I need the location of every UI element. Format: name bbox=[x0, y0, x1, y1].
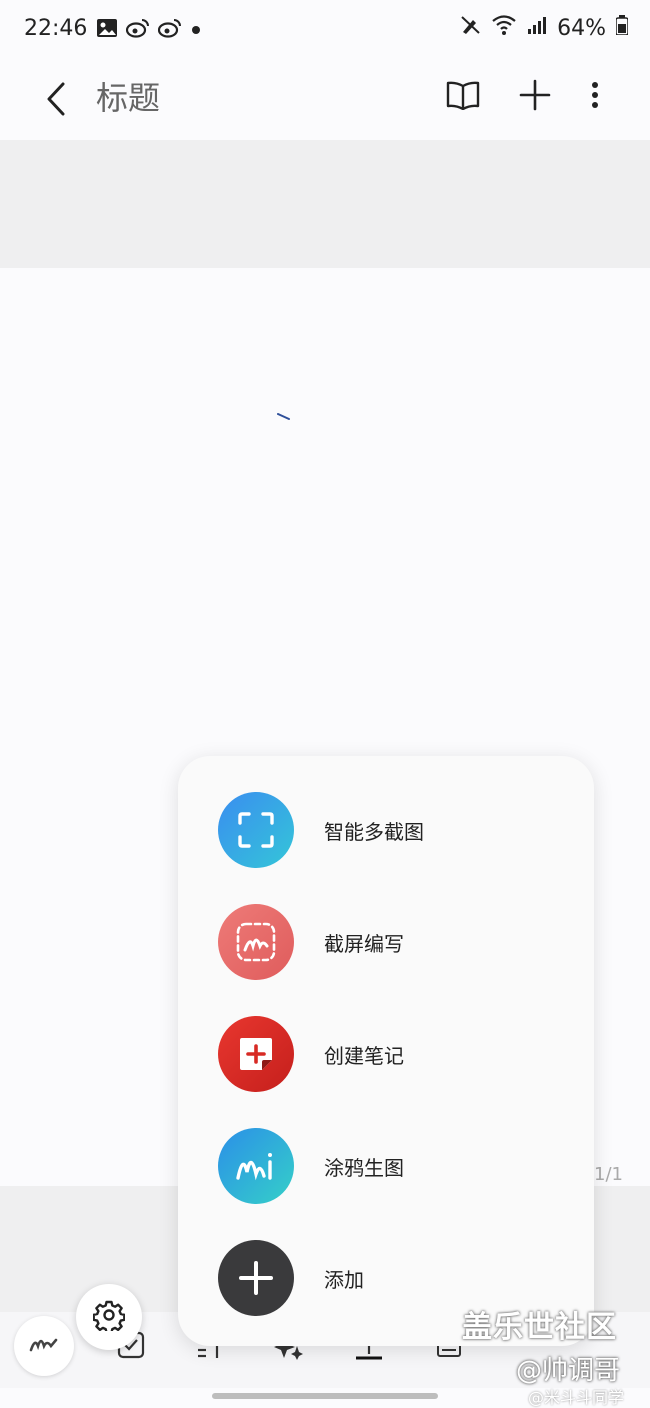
gesture-nav-handle[interactable] bbox=[212, 1393, 438, 1399]
menu-item-label: 添加 bbox=[324, 1267, 364, 1292]
pen-icon bbox=[29, 1334, 59, 1358]
book-button[interactable] bbox=[440, 74, 486, 120]
wifi-icon bbox=[491, 14, 517, 42]
page-indicator: 1/1 bbox=[594, 1164, 623, 1185]
gear-icon bbox=[92, 1299, 126, 1335]
weibo-icon bbox=[125, 18, 150, 42]
menu-item-smart-capture[interactable]: 智能多截图 bbox=[218, 790, 578, 870]
signal-icon bbox=[527, 15, 547, 41]
pen-tool-button[interactable] bbox=[14, 1316, 74, 1376]
menu-item-label: 创建笔记 bbox=[324, 1043, 404, 1068]
chevron-left-icon bbox=[45, 82, 67, 120]
menu-item-doodle-ai[interactable]: 涂鸦生图 bbox=[218, 1126, 578, 1206]
pen-stroke bbox=[277, 406, 291, 425]
add-button[interactable] bbox=[512, 74, 558, 120]
plus-icon bbox=[519, 79, 551, 115]
menu-item-create-note[interactable]: 创建笔记 bbox=[218, 1014, 578, 1094]
smart-capture-icon bbox=[218, 792, 294, 868]
battery-icon bbox=[615, 15, 629, 41]
plus-icon bbox=[218, 1240, 294, 1316]
note-header-area bbox=[0, 140, 650, 268]
weibo-icon bbox=[157, 18, 182, 42]
more-vertical-icon bbox=[591, 81, 599, 113]
status-right: 64% bbox=[459, 14, 629, 42]
dot-icon bbox=[190, 21, 202, 40]
battery-text: 64% bbox=[557, 15, 606, 41]
screen-write-icon bbox=[218, 904, 294, 980]
watermark-community: 盖乐世社区 bbox=[462, 1310, 617, 1345]
status-left-icons bbox=[96, 18, 202, 42]
back-button[interactable] bbox=[36, 76, 76, 126]
menu-item-label: 涂鸦生图 bbox=[324, 1155, 404, 1180]
pen-settings-button[interactable] bbox=[76, 1284, 142, 1350]
watermark-weibo: @米斗斗同学 bbox=[528, 1388, 625, 1407]
status-time: 22:46 bbox=[24, 16, 88, 41]
image-icon bbox=[96, 18, 118, 42]
quick-action-menu: 智能多截图 截屏编写 创建笔记 涂鸦生图 添加 bbox=[178, 756, 594, 1346]
menu-item-screen-write[interactable]: 截屏编写 bbox=[218, 902, 578, 982]
menu-item-label: 智能多截图 bbox=[324, 819, 424, 844]
pen-off-icon bbox=[459, 14, 481, 42]
page-title[interactable]: 标题 bbox=[96, 76, 160, 120]
watermark-author: @帅调哥 bbox=[516, 1356, 621, 1386]
menu-item-label: 截屏编写 bbox=[324, 931, 404, 956]
more-options-button[interactable] bbox=[580, 74, 610, 120]
app-bar: 标题 bbox=[0, 62, 650, 140]
doodle-ai-icon bbox=[218, 1128, 294, 1204]
create-note-icon bbox=[218, 1016, 294, 1092]
book-icon bbox=[446, 80, 480, 114]
